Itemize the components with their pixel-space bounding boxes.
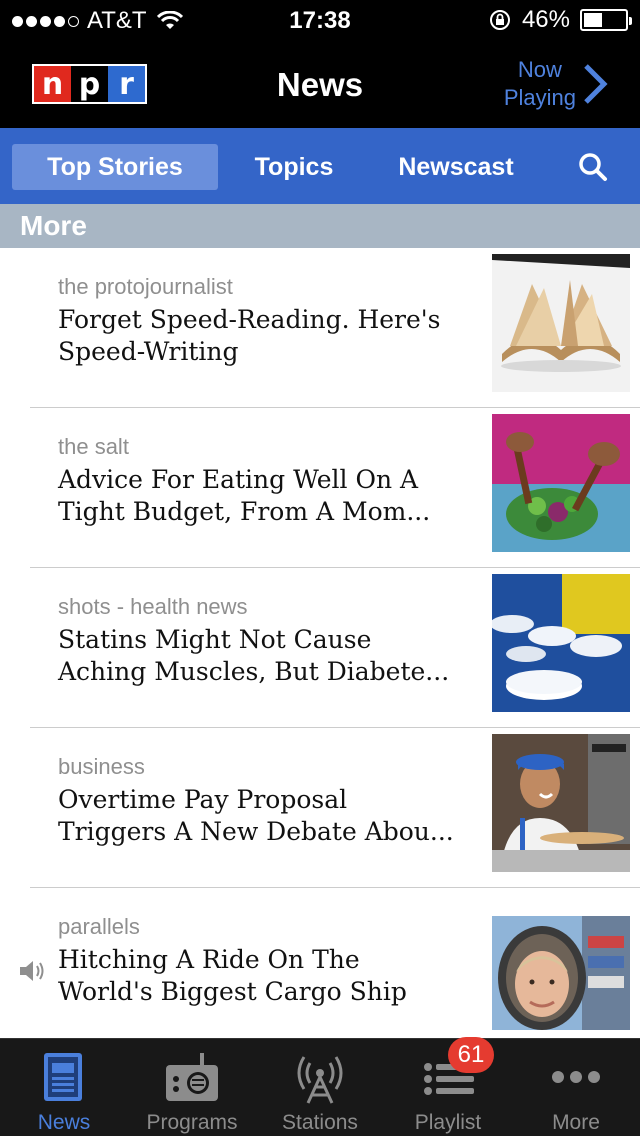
- story-headline: Statins Might Not Cause Aching Muscles, …: [58, 625, 450, 686]
- bottom-tab-programs[interactable]: Programs: [128, 1039, 256, 1136]
- story-headline: Advice For Eating Well On A Tight Budget…: [58, 465, 431, 526]
- story-thumbnail-salad: [492, 414, 630, 552]
- bottom-tab-label: More: [552, 1111, 600, 1134]
- story-category: the salt: [58, 434, 129, 459]
- story-headline: Forget Speed-Reading. Here's Speed-Writi…: [58, 305, 441, 366]
- rotation-lock-icon: [489, 10, 510, 30]
- chevron-right-icon: [584, 64, 608, 104]
- status-bar: AT&T 17:38 46%: [0, 0, 640, 40]
- story-category: shots - health news: [58, 594, 248, 619]
- story-row[interactable]: the salt Advice For Eating Well On A Tig…: [0, 408, 640, 568]
- story-thumbnail-book: [492, 254, 630, 392]
- news-icon: [44, 1053, 82, 1101]
- bottom-tab-label: Playlist: [414, 1111, 482, 1134]
- bottom-tab-stations[interactable]: Stations: [256, 1039, 384, 1136]
- story-row[interactable]: business Overtime Pay Proposal Triggers …: [0, 728, 640, 888]
- bottom-tab-more[interactable]: More: [512, 1039, 640, 1136]
- story-headline: Overtime Pay Proposal Triggers A New Deb…: [58, 785, 454, 846]
- more-dots-icon: [552, 1071, 600, 1083]
- story-thumbnail-pills: [492, 574, 630, 712]
- section-header: More: [0, 204, 640, 248]
- bottom-tab-label: Stations: [282, 1111, 358, 1134]
- now-playing-button[interactable]: Now Playing: [504, 56, 610, 112]
- antenna-icon: [297, 1056, 343, 1104]
- playlist-badge: 61: [448, 1037, 494, 1073]
- section-tabs: Top Stories Topics Newscast: [0, 128, 640, 204]
- tab-top-stories[interactable]: Top Stories: [12, 144, 218, 190]
- tab-newscast[interactable]: Newscast: [370, 144, 542, 190]
- speaker-icon: [20, 961, 44, 981]
- story-category: parallels: [58, 914, 140, 939]
- story-category: business: [58, 754, 145, 779]
- story-row[interactable]: shots - health news Statins Might Not Ca…: [0, 568, 640, 728]
- bottom-tab-bar: News Programs Stations 61 Playlist More: [0, 1037, 640, 1136]
- radio-icon: [166, 1053, 218, 1101]
- tab-topics[interactable]: Topics: [226, 144, 362, 190]
- bottom-tab-label: News: [37, 1111, 91, 1134]
- bottom-tab-label: Programs: [146, 1111, 238, 1134]
- bottom-tab-playlist[interactable]: 61 Playlist: [384, 1037, 512, 1136]
- bottom-tab-news[interactable]: News: [0, 1039, 128, 1136]
- story-row[interactable]: the protojournalist Forget Speed-Reading…: [0, 248, 640, 408]
- story-row[interactable]: parallels Hitching A Ride On The World's…: [0, 888, 640, 1048]
- now-playing-label-line2: Playing: [503, 85, 576, 110]
- story-category: the protojournalist: [58, 274, 233, 299]
- battery-icon: [580, 9, 632, 31]
- story-headline: Hitching A Ride On The World's Biggest C…: [58, 945, 407, 1006]
- battery-percent: 46%: [521, 6, 570, 33]
- story-thumbnail-ship: [492, 916, 630, 1030]
- story-thumbnail-worker: [492, 734, 630, 872]
- now-playing-label-line1: Now: [517, 57, 562, 82]
- search-icon[interactable]: [578, 152, 608, 182]
- navigation-bar: n p r News Now Playing: [0, 40, 640, 128]
